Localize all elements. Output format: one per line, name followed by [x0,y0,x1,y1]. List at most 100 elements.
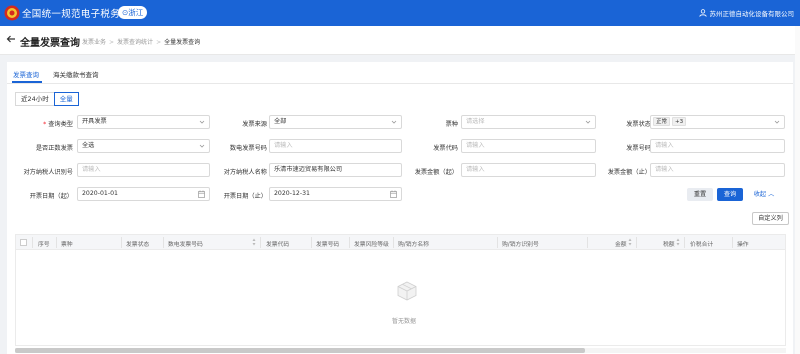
col-invoice-code: 发票代码 [266,242,290,248]
range-24h[interactable]: 近24小时 [15,92,55,106]
invoice-status-select[interactable]: 正常 +3 [650,115,785,129]
breadcrumb-current: 全量发票查询 [164,39,201,46]
top-bar: 全国统一规范电子税务局 ⊙浙江 苏州正德自动化设备有限公司 [0,0,800,26]
is-positive-label: 是否正数发票 [35,145,73,152]
empty-box-icon [397,281,417,301]
date-from-value: 2020-01-01 [82,190,118,197]
custom-columns-button[interactable]: 自定义列 [752,212,789,225]
invoice-code-placeholder: 请输入 [466,142,485,149]
horizontal-scrollbar[interactable] [15,348,786,353]
amount-from-input[interactable]: 请输入 [461,163,596,177]
user-menu[interactable]: 苏州正德自动化设备有限公司 [698,8,795,18]
amount-to-placeholder: 请输入 [655,166,674,173]
table-body: 暂无数据 [15,250,786,346]
chevron-up-icon: ︿ [768,191,775,198]
page-title: 全量发票查询 [20,38,80,49]
tab-customs-query[interactable]: 海关缴款书查询 [53,69,99,79]
invoice-source-select[interactable]: 全部 [269,115,402,129]
invoice-no-input[interactable]: 请输入 [650,139,785,153]
digital-no-placeholder: 请输入 [274,142,293,149]
region-switch[interactable]: ⊙浙江 [118,6,148,19]
status-tag: 正常 [653,116,671,126]
buyer-tax-id-label: 对方纳税人识别号 [23,169,74,176]
tab-bar: 发票查询 海关缴款书查询 [7,62,793,84]
reset-button[interactable]: 重置 [687,188,713,201]
column-divider [732,237,733,248]
date-to-label: 开票日期（止） [223,193,267,200]
buyer-tax-id-input[interactable]: 请输入 [77,163,210,177]
active-tab-indicator [12,81,42,83]
invoice-code-input[interactable]: 请输入 [461,139,596,153]
vertical-scrollbar[interactable] [795,26,800,354]
back-arrow-icon[interactable] [6,34,16,44]
amount-to-label: 发票金额（止） [607,169,651,176]
invoice-source-label: 发票来源 [242,121,267,128]
invoice-kind-label: 票种 [445,121,458,128]
buyer-tax-id-placeholder: 请输入 [82,166,101,173]
calendar-icon [390,190,397,198]
amount-from-label: 发票金额（起） [414,169,458,176]
is-positive-select[interactable]: 全选 [77,139,210,153]
buyer-name-label: 对方纳税人名称 [223,169,267,176]
chevron-down-icon [774,120,780,124]
select-all-checkbox[interactable] [20,239,27,246]
column-divider [497,237,498,248]
app-title: 全国统一规范电子税务局 [22,9,130,20]
query-type-label: * 查询类型 [43,121,73,128]
user-name: 苏州正德自动化设备有限公司 [709,10,795,18]
col-party-tax-id: 购/销方识别号 [502,242,539,248]
digital-no-label: 数电发票号码 [229,145,267,152]
column-divider [636,237,637,248]
col-index: 序号 [38,242,50,248]
col-party-name: 购/销方名称 [398,242,429,248]
chevron-down-icon [585,120,591,124]
main-card: 发票查询 海关缴款书查询 近24小时 全量 * 查询类型 开具发票 发票来源 全部… [7,62,793,354]
invoice-status-label: 发票状态 [626,121,651,128]
invoice-source-value: 全部 [274,118,287,125]
column-divider [393,237,394,248]
invoice-no-label: 发票号码 [626,145,651,152]
col-invoice-no: 发票号码 [316,242,340,248]
buyer-name-input[interactable]: 乐清市速迈贸易有限公司 [269,163,402,177]
chevron-down-icon [199,144,205,148]
breadcrumb-item[interactable]: 发票查询统计 [117,39,153,46]
col-invoice-kind: 票种 [61,242,73,248]
col-tax: 税额 [663,242,675,248]
column-divider [587,237,588,248]
col-invoice-status: 发票状态 [126,242,150,248]
column-divider [121,237,122,248]
column-divider [684,237,685,248]
col-digital-no: 数电发票号码 [168,242,203,248]
invoice-kind-select[interactable]: 请选择 [461,115,596,129]
column-divider [260,237,261,248]
invoice-no-placeholder: 请输入 [655,142,674,149]
empty-state-text: 暂无数据 [392,318,417,325]
invoice-code-label: 发票代码 [433,145,458,152]
query-type-select[interactable]: 开具发票 [77,115,210,129]
buyer-name-value: 乐清市速迈贸易有限公司 [274,166,343,173]
amount-to-input[interactable]: 请输入 [650,163,785,177]
chevron-down-icon [199,120,205,124]
date-from-picker[interactable]: 2020-01-01 [77,187,210,201]
column-divider [32,237,33,248]
is-positive-value: 全选 [82,142,95,149]
col-risk-level: 发票风险等级 [354,242,389,248]
invoice-kind-placeholder: 请选择 [466,118,485,125]
amount-from-placeholder: 请输入 [466,166,485,173]
query-type-value: 开具发票 [82,118,107,125]
sort-icon[interactable] [676,238,680,246]
breadcrumb: 发票业务 > 发票查询统计 > 全量发票查询 [82,39,201,46]
sort-icon[interactable] [252,238,256,246]
breadcrumb-item[interactable]: 发票业务 [82,39,106,46]
tab-invoice-query[interactable]: 发票查询 [13,69,39,79]
calendar-icon [198,190,205,198]
date-from-label: 开票日期（起） [29,193,73,200]
date-to-picker[interactable]: 2020-12-31 [269,187,402,201]
digital-no-input[interactable]: 请输入 [269,139,402,153]
collapse-button[interactable]: 收起 ︿ [749,188,779,201]
sort-icon[interactable] [628,238,632,246]
scrollbar-thumb[interactable] [15,348,585,353]
tax-emblem-icon [4,5,20,21]
range-all[interactable]: 全量 [53,92,79,106]
query-button[interactable]: 查询 [717,188,743,201]
